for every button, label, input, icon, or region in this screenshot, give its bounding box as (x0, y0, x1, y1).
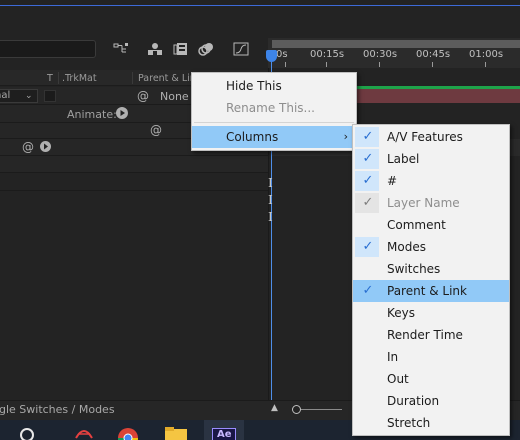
column-option-av-features[interactable]: ✓ A/V Features (353, 126, 509, 148)
column-option-in[interactable]: In (353, 346, 509, 368)
zoom-out-icon[interactable]: ▲ (271, 403, 278, 413)
work-area-bar[interactable] (272, 40, 520, 48)
column-option-parent-link[interactable]: ✓ Parent & Link (353, 280, 509, 302)
play-circle-icon[interactable] (40, 141, 51, 152)
after-effects-window: T .TrkMat Parent & Link nal ⌄ @ None Ani… (0, 0, 520, 440)
after-effects-icon-label: Ae (217, 429, 232, 440)
toggle-switches-modes-button[interactable]: ggle Switches / Modes (0, 403, 115, 416)
column-option-layer-name: ✓ Layer Name (353, 192, 509, 214)
spiral-pickwhip-icon[interactable]: @ (22, 140, 34, 154)
blend-mode-select[interactable]: nal ⌄ (0, 89, 38, 103)
column-divider (132, 72, 133, 84)
trkmat-checkbox[interactable] (44, 90, 56, 102)
ruler-tick (379, 62, 380, 67)
empty-row (0, 173, 268, 191)
motion-blur-icon[interactable] (198, 42, 214, 56)
ruler-tick (285, 62, 286, 67)
column-header-trkmat[interactable]: .TrkMat (62, 73, 97, 84)
ruler-tick (432, 62, 433, 67)
header-context-menu: Hide This Rename This... Columns › (191, 72, 357, 151)
spiral-pickwhip-icon[interactable]: @ (150, 123, 162, 137)
ruler-tick-label: 00:15s (310, 49, 345, 60)
column-option-label: Comment (387, 218, 446, 232)
keyframe-marker[interactable]: I (268, 210, 273, 224)
zoom-slider-track[interactable] (294, 409, 342, 410)
column-header-t[interactable]: T (47, 73, 53, 84)
column-option-label: Layer Name (387, 196, 460, 210)
frame-blending-icon[interactable] (173, 42, 189, 56)
column-option-out[interactable]: Out (353, 368, 509, 390)
search-taskbar-icon[interactable] (20, 428, 34, 440)
panel-top-rule (0, 5, 520, 6)
column-option-keys[interactable]: Keys (353, 302, 509, 324)
ruler-tick-label: 0s (276, 49, 288, 60)
menu-item-columns[interactable]: Columns › (192, 126, 356, 148)
column-option-label: In (387, 350, 399, 364)
column-option-switches[interactable]: Switches (353, 258, 509, 280)
zoom-slider-handle[interactable] (292, 405, 301, 414)
column-option-stretch[interactable]: Stretch (353, 412, 509, 434)
layer-property-row (0, 156, 268, 173)
column-option-label: Duration (387, 394, 440, 408)
check-icon: ✓ (362, 129, 374, 144)
column-option-label-col[interactable]: ✓ Label (353, 148, 509, 170)
column-option-label: Parent & Link (387, 284, 467, 298)
shy-layers-icon[interactable] (147, 42, 163, 56)
column-option-render-time[interactable]: Render Time (353, 324, 509, 346)
menu-item-label: Hide This (226, 79, 282, 93)
animate-label: Animate: (67, 108, 117, 121)
column-option-label: Label (387, 152, 420, 166)
menu-separator (194, 122, 354, 123)
check-icon: ✓ (362, 195, 374, 210)
check-icon: ✓ (362, 283, 374, 298)
ruler-tick-label: 01:00s (469, 49, 504, 60)
chrome-icon[interactable] (108, 420, 148, 440)
current-time-indicator[interactable] (266, 50, 277, 62)
after-effects-icon: Ae (212, 428, 236, 440)
layer-search-input[interactable] (0, 40, 96, 58)
play-circle-icon[interactable] (116, 107, 128, 119)
menu-item-label: Rename This... (226, 101, 315, 115)
layer-duration-bar[interactable] (355, 89, 520, 103)
folder-icon[interactable] (156, 420, 196, 440)
check-icon: ✓ (362, 173, 374, 188)
spiral-pickwhip-icon[interactable]: @ (137, 89, 149, 103)
column-option-label: Keys (387, 306, 416, 320)
column-option-duration[interactable]: Duration (353, 390, 509, 412)
ruler-tick-label: 00:30s (363, 49, 398, 60)
keyframe-marker[interactable]: I (268, 193, 273, 207)
column-option-label: A/V Features (387, 130, 463, 144)
column-option-label: Render Time (387, 328, 463, 342)
parent-value[interactable]: None (160, 90, 189, 103)
flowchart-icon[interactable] (113, 42, 129, 56)
menu-item-rename-this: Rename This... (192, 97, 356, 119)
chevron-right-icon: › (343, 130, 348, 143)
column-option-comment[interactable]: Comment (353, 214, 509, 236)
column-option-label: Modes (387, 240, 426, 254)
graph-editor-icon[interactable] (233, 42, 249, 56)
column-option-label: # (387, 174, 398, 188)
ruler-tick-label: 00:45s (416, 49, 451, 60)
menu-item-hide-this[interactable]: Hide This (192, 75, 356, 97)
check-icon: ✓ (362, 151, 374, 166)
blend-mode-value: nal (0, 90, 11, 101)
check-icon: ✓ (362, 239, 374, 254)
columns-submenu: ✓ A/V Features ✓ Label ✓ # ✓ Layer Name … (352, 124, 510, 436)
chevron-down-icon: ⌄ (25, 91, 33, 101)
ruler-tick (485, 62, 486, 67)
column-divider (58, 72, 59, 84)
column-option-number[interactable]: ✓ # (353, 170, 509, 192)
acrobat-icon[interactable] (64, 420, 104, 440)
ruler-tick (326, 62, 327, 67)
menu-item-label: Columns (226, 130, 279, 144)
after-effects-taskbar-button[interactable]: Ae (204, 420, 244, 440)
keyframe-marker[interactable]: I (268, 176, 273, 190)
column-option-label: Out (387, 372, 409, 386)
column-option-modes[interactable]: ✓ Modes (353, 236, 509, 258)
column-option-label: Switches (387, 262, 441, 276)
column-option-label: Stretch (387, 416, 431, 430)
